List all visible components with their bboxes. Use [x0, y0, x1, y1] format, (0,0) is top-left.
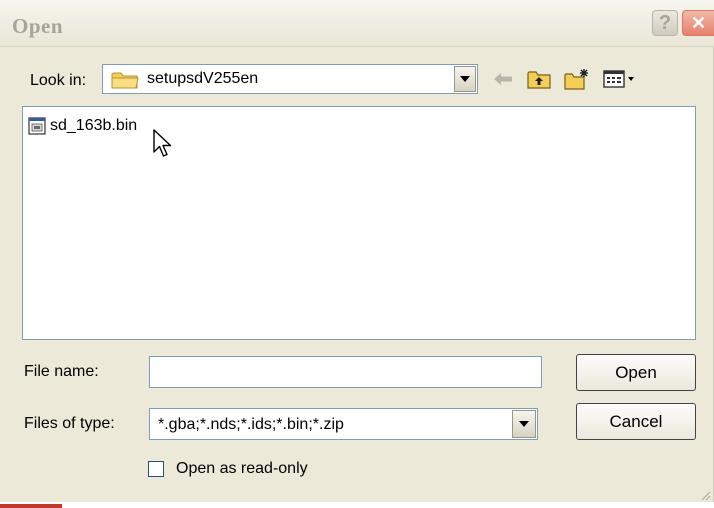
- list-item[interactable]: sd_163b.bin: [28, 116, 137, 136]
- read-only-option[interactable]: Open as read-only: [148, 460, 308, 478]
- new-folder-button[interactable]: [562, 64, 592, 94]
- back-arrow-icon: [494, 73, 512, 85]
- files-of-type-combo[interactable]: *.gba;*.nds;*.ids;*.bin;*.zip: [149, 408, 538, 440]
- file-name-input[interactable]: [149, 356, 542, 388]
- files-of-type-dropdown-button[interactable]: [512, 410, 536, 438]
- taskbar-segment: [0, 504, 62, 508]
- taskbar-strip: [0, 502, 714, 508]
- close-icon: ✕: [690, 12, 707, 33]
- close-button[interactable]: ✕: [682, 10, 714, 36]
- look-in-dropdown-button[interactable]: [454, 66, 476, 92]
- files-of-type-label: Files of type:: [24, 415, 115, 432]
- file-name: sd_163b.bin: [50, 117, 138, 134]
- help-button[interactable]: ?: [652, 10, 678, 36]
- file-list[interactable]: sd_163b.bin: [22, 106, 696, 340]
- read-only-label: Open as read-only: [176, 460, 308, 477]
- view-menu-button[interactable]: [600, 64, 640, 94]
- up-folder-button[interactable]: [524, 64, 554, 94]
- look-in-combo[interactable]: setupsdV255en: [102, 64, 478, 94]
- files-of-type-value: *.gba;*.nds;*.ids;*.bin;*.zip: [158, 416, 344, 433]
- cancel-button[interactable]: Cancel: [576, 403, 696, 440]
- dialog-title: Open: [12, 14, 64, 38]
- open-dialog: Open ? ✕ Look in: setupsdV255en sd_163b.…: [0, 0, 714, 508]
- title-bar[interactable]: Open ? ✕: [0, 0, 714, 47]
- up-folder-icon: [527, 71, 551, 89]
- mouse-cursor-icon: [153, 129, 175, 164]
- folder-icon: [111, 70, 139, 95]
- file-name-label: File name:: [24, 363, 99, 380]
- help-icon: ?: [658, 11, 672, 34]
- read-only-checkbox[interactable]: [148, 461, 164, 477]
- chevron-down-icon: [519, 421, 529, 427]
- back-button[interactable]: [490, 64, 516, 94]
- binary-file-icon: [28, 117, 46, 135]
- view-menu-icon: [603, 70, 634, 88]
- chevron-down-icon: [460, 76, 470, 82]
- look-in-label: Look in:: [30, 72, 87, 89]
- look-in-value: setupsdV255en: [147, 70, 259, 87]
- open-button[interactable]: Open: [576, 354, 696, 391]
- new-folder-icon: [564, 69, 588, 90]
